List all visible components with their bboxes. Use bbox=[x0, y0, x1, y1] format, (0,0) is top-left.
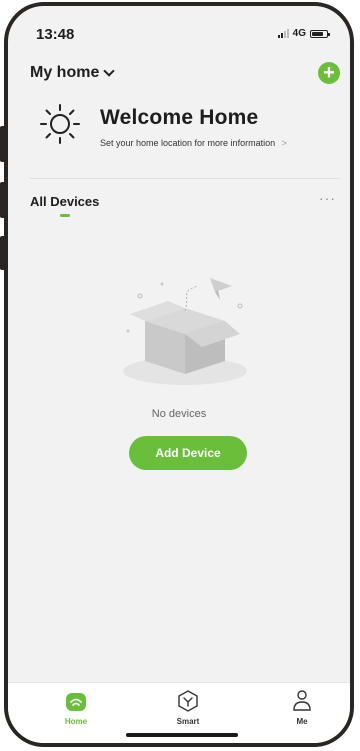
home-indicator bbox=[126, 733, 238, 737]
home-name: My home bbox=[30, 64, 100, 81]
add-button[interactable]: + bbox=[318, 62, 340, 84]
welcome-card[interactable]: Welcome Home Set your home location for … bbox=[38, 102, 338, 158]
status-time: 13:48 bbox=[36, 26, 75, 43]
empty-box-illustration bbox=[123, 278, 247, 385]
tab-label: Home bbox=[64, 717, 88, 726]
tab-me[interactable]: Me bbox=[272, 689, 332, 726]
status-bar: 13:48 4G bbox=[8, 6, 350, 52]
chevron-right-icon: > bbox=[281, 138, 287, 148]
person-icon bbox=[293, 690, 311, 711]
signal-icon bbox=[277, 29, 289, 38]
status-indicators: 4G bbox=[277, 28, 330, 39]
tab-label: Me bbox=[296, 717, 308, 726]
smart-icon bbox=[178, 690, 198, 712]
welcome-subtitle-text: Set your home location for more informat… bbox=[100, 138, 276, 148]
phone-screen: 13:48 4G My home + Welcome Home Set your… bbox=[4, 2, 354, 747]
home-selector[interactable]: My home bbox=[30, 64, 116, 82]
home-icon bbox=[66, 693, 86, 711]
bottom-tab-bar: Home Smart Me bbox=[8, 682, 350, 743]
network-type: 4G bbox=[292, 28, 306, 39]
plus-icon: + bbox=[323, 62, 335, 84]
chevron-down-icon bbox=[103, 65, 116, 77]
tab-all-devices[interactable]: All Devices bbox=[30, 194, 99, 209]
tab-indicator bbox=[60, 214, 70, 217]
empty-state-text: No devices bbox=[151, 408, 207, 420]
tab-smart[interactable]: Smart bbox=[158, 689, 218, 726]
add-device-button[interactable]: Add Device bbox=[129, 436, 247, 470]
welcome-subtitle: Set your home location for more informat… bbox=[100, 138, 287, 148]
welcome-title: Welcome Home bbox=[100, 106, 259, 129]
sun-icon bbox=[40, 104, 80, 144]
divider bbox=[30, 178, 340, 179]
tab-label: Smart bbox=[176, 717, 200, 726]
battery-icon bbox=[310, 29, 330, 38]
tab-home[interactable]: Home bbox=[46, 689, 106, 726]
more-button[interactable]: ··· bbox=[319, 190, 336, 206]
